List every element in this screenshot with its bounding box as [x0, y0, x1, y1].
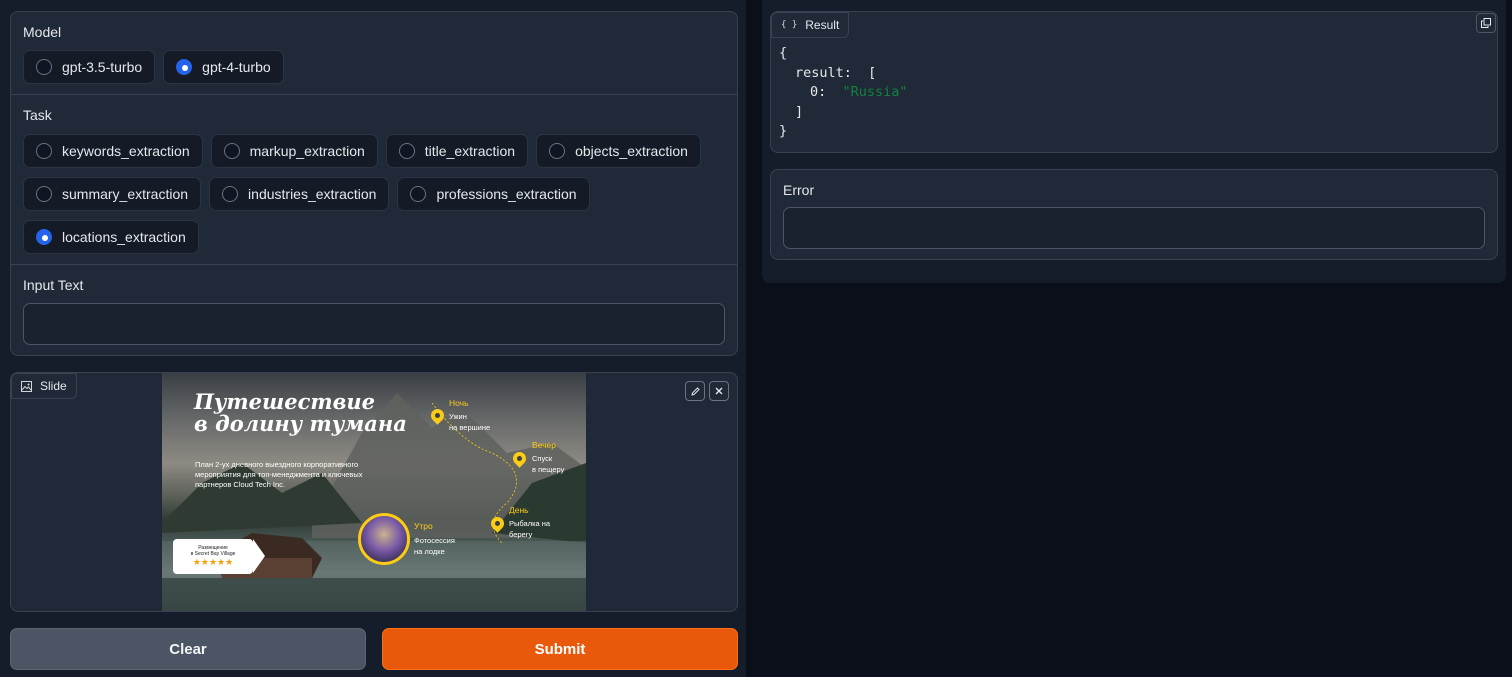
radio-unchecked-icon [36, 186, 52, 202]
stop-text-line-2: на лодке [414, 547, 445, 556]
task-radio-row-1: keywords_extraction markup_extraction ti… [23, 134, 701, 168]
slide-description: План 2-ух дневного выездного корпоративн… [195, 460, 363, 489]
avatar [358, 513, 410, 565]
slide-label: Slide [40, 379, 67, 393]
json-line: ] [795, 103, 804, 120]
model-option-label: gpt-3.5-turbo [62, 59, 143, 75]
pencil-icon [690, 386, 701, 397]
radio-unchecked-icon [398, 143, 415, 159]
clear-button[interactable]: Clear [10, 628, 366, 670]
json-icon: { } [781, 20, 798, 30]
model-label: Model [23, 24, 62, 40]
remove-image-button[interactable] [709, 381, 729, 401]
task-option-keywords-extraction[interactable]: keywords_extraction [23, 134, 203, 168]
stop-text-line-1: Ужин [449, 412, 467, 421]
task-option-label: objects_extraction [575, 143, 688, 159]
stop-text: Рыбалка на берегу [509, 518, 550, 540]
json-line: } [779, 123, 788, 139]
stop-text-line-1: Рыбалка на [509, 519, 551, 528]
slide-title-line-2: в долину тумана [194, 411, 407, 436]
error-field[interactable] [783, 207, 1485, 249]
stop-label: День [509, 505, 529, 515]
task-label: Task [23, 107, 52, 123]
model-option-gpt-3-5-turbo[interactable]: gpt-3.5-turbo [23, 50, 156, 84]
radio-unchecked-icon [36, 59, 52, 75]
stop-label: Ночь [449, 398, 469, 408]
radio-unchecked-icon [36, 143, 52, 159]
model-option-label: gpt-4-turbo [202, 59, 271, 75]
slide-title-line-1: Путешествие [194, 389, 375, 414]
task-option-label: title_extraction [424, 143, 516, 159]
submit-button[interactable]: Submit [382, 628, 738, 670]
json-key: result: [795, 64, 852, 81]
slide-heading: Путешествие в долину тумана [194, 391, 434, 435]
json-bracket: [ [868, 64, 877, 81]
task-radio-row-3: locations_extraction [23, 220, 199, 254]
stop-text-line-2: в пещеру [532, 465, 565, 474]
result-json: { result: [ 0: "Russia" ] } [779, 44, 908, 142]
radio-checked-icon [36, 229, 52, 245]
model-option-gpt-4-turbo[interactable]: gpt-4-turbo [163, 50, 284, 84]
stop-text: Фотосессия на лодке [414, 535, 455, 557]
stop-text-line-1: Фотосессия [414, 536, 455, 545]
radio-checked-icon [176, 59, 193, 75]
radio-unchecked-icon [223, 143, 240, 159]
task-option-label: summary_extraction [62, 186, 189, 202]
accommodation-card: Размещение в Secret Bay Village ★★★★★ [173, 539, 265, 574]
stop-text: Спуск в пещеру [532, 453, 564, 475]
stop-text-line-2: на вершине [449, 423, 491, 432]
stop-label: Вечер [532, 440, 556, 450]
close-icon [714, 386, 724, 396]
radio-unchecked-icon [410, 186, 427, 202]
task-option-locations-extraction[interactable]: locations_extraction [23, 220, 199, 254]
slide-image: Путешествие в долину тумана План 2-ух дн… [162, 373, 586, 611]
result-label: Result [805, 18, 840, 32]
copy-button[interactable] [1476, 13, 1496, 33]
divider [11, 94, 737, 95]
stop-text-line-1: Спуск [532, 454, 553, 463]
error-label: Error [783, 182, 815, 198]
task-option-professions-extraction[interactable]: professions_extraction [397, 177, 590, 211]
task-option-label: markup_extraction [249, 143, 365, 159]
model-radio-group: gpt-3.5-turbo gpt-4-turbo [23, 50, 284, 84]
task-option-label: keywords_extraction [62, 143, 190, 159]
task-option-industries-extraction[interactable]: industries_extraction [209, 177, 390, 211]
image-icon [21, 380, 32, 392]
radio-unchecked-icon [222, 186, 239, 202]
json-line: 0: "Russia" [779, 83, 908, 103]
input-text-label: Input Text [23, 277, 84, 293]
stop-text: Ужин на вершине [449, 411, 490, 433]
task-option-summary-extraction[interactable]: summary_extraction [23, 177, 202, 211]
stop-text-line-2: берегу [509, 530, 533, 539]
task-option-label: locations_extraction [62, 229, 186, 245]
task-option-objects-extraction[interactable]: objects_extraction [536, 134, 701, 168]
json-index: 0: [810, 84, 827, 100]
task-option-title-extraction[interactable]: title_extraction [385, 134, 529, 168]
json-string-value: "Russia" [842, 84, 908, 100]
copy-icon [1481, 18, 1491, 28]
slide-tab-label: Slide [11, 373, 77, 399]
task-option-label: professions_extraction [436, 186, 577, 202]
stop-label: Утро [414, 521, 433, 531]
json-line: { [779, 45, 788, 61]
task-option-markup-extraction[interactable]: markup_extraction [210, 134, 378, 168]
divider [11, 264, 737, 265]
radio-unchecked-icon [549, 143, 566, 159]
star-rating-icon: ★★★★★ [192, 557, 234, 567]
task-option-label: industries_extraction [248, 186, 377, 202]
json-line: result: [ [779, 64, 908, 84]
task-radio-row-2: summary_extraction industries_extraction… [23, 177, 590, 211]
edit-button[interactable] [685, 381, 705, 401]
input-text-field[interactable] [23, 303, 725, 345]
result-tab-label: { } Result [771, 12, 850, 38]
